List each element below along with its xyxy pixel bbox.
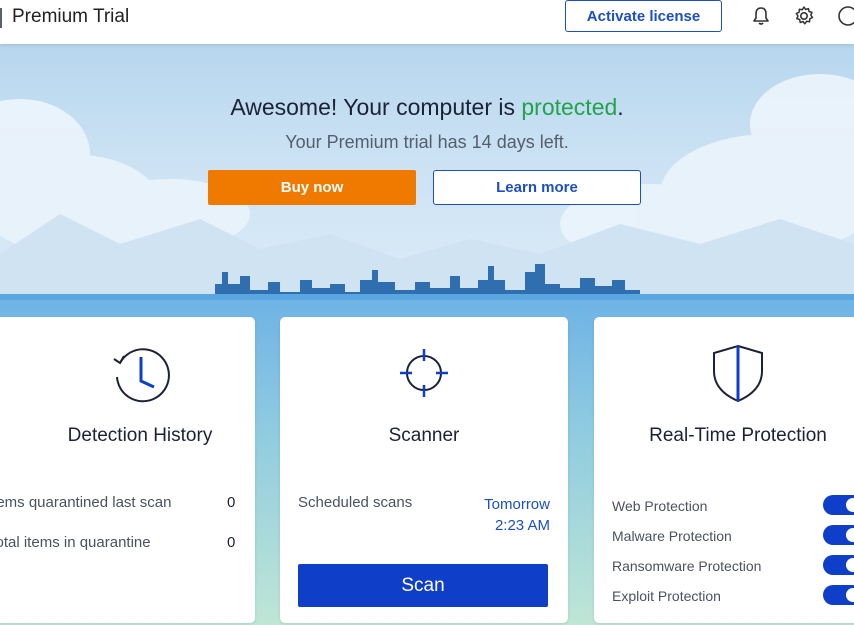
total-quarantine-label: Total items in quarantine	[0, 534, 151, 551]
toggle-knob	[846, 588, 854, 602]
total-quarantine-value: 0	[227, 534, 236, 551]
clock-icon	[113, 348, 170, 403]
headline-status: protected	[521, 94, 618, 120]
trial-subline: Your Premium trial has 14 days left.	[285, 132, 569, 152]
protection-headline: Awesome! Your computer is protected.	[0, 94, 854, 121]
scanner-card[interactable]: Scanner Scheduled scans Tomorrow 2:23 AM…	[280, 317, 568, 623]
toggle-knob	[846, 528, 854, 542]
crosshair-icon	[400, 349, 448, 397]
real-time-protection-card[interactable]: Real-Time Protection Web Protection Malw…	[594, 317, 854, 623]
malware-protection-label: Malware Protection	[612, 528, 732, 544]
exploit-protection-label: Exploit Protection	[612, 588, 721, 604]
headline-suffix: .	[617, 94, 624, 120]
ransomware-protection-label: Ransomware Protection	[612, 558, 762, 574]
ransomware-protection-toggle[interactable]	[823, 555, 854, 575]
exploit-protection-toggle[interactable]	[823, 585, 854, 605]
real-time-protection-title: Real-Time Protection	[649, 425, 827, 446]
app-title: Premium Trial	[12, 6, 130, 27]
bell-icon[interactable]	[749, 4, 773, 28]
last-scan-label: Items quarantined last scan	[0, 494, 172, 511]
detection-history-card[interactable]: Detection History Items quarantined last…	[0, 317, 255, 623]
malware-protection-toggle[interactable]	[823, 525, 854, 545]
help-icon[interactable]	[836, 4, 854, 28]
sky-illustration	[0, 74, 854, 300]
hero-banner: Awesome! Your computer is protected. You…	[0, 44, 854, 300]
scheduled-scans-label: Scheduled scans	[298, 494, 413, 511]
scheduled-day: Tomorrow	[484, 496, 550, 513]
scheduled-time: 2:23 AM	[494, 517, 550, 534]
toggle-knob	[846, 558, 854, 572]
activate-license-button[interactable]: Activate license	[565, 0, 722, 32]
web-protection-toggle[interactable]	[823, 495, 854, 515]
detection-history-title: Detection History	[67, 425, 213, 446]
scan-button[interactable]: Scan	[298, 564, 548, 607]
buy-now-button[interactable]: Buy now	[208, 170, 416, 205]
gear-icon[interactable]	[792, 4, 816, 28]
title-divider	[0, 8, 2, 28]
scanner-title: Scanner	[388, 425, 460, 446]
learn-more-button[interactable]: Learn more	[433, 170, 641, 205]
web-protection-label: Web Protection	[612, 498, 708, 514]
scheduled-scans-link[interactable]: Tomorrow 2:23 AM	[484, 494, 550, 536]
last-scan-value: 0	[227, 494, 236, 511]
top-bar: Premium Trial Activate license	[0, 0, 854, 44]
toggle-knob	[846, 498, 854, 512]
headline-prefix: Awesome! Your computer is	[230, 94, 522, 120]
shield-icon	[713, 344, 763, 403]
